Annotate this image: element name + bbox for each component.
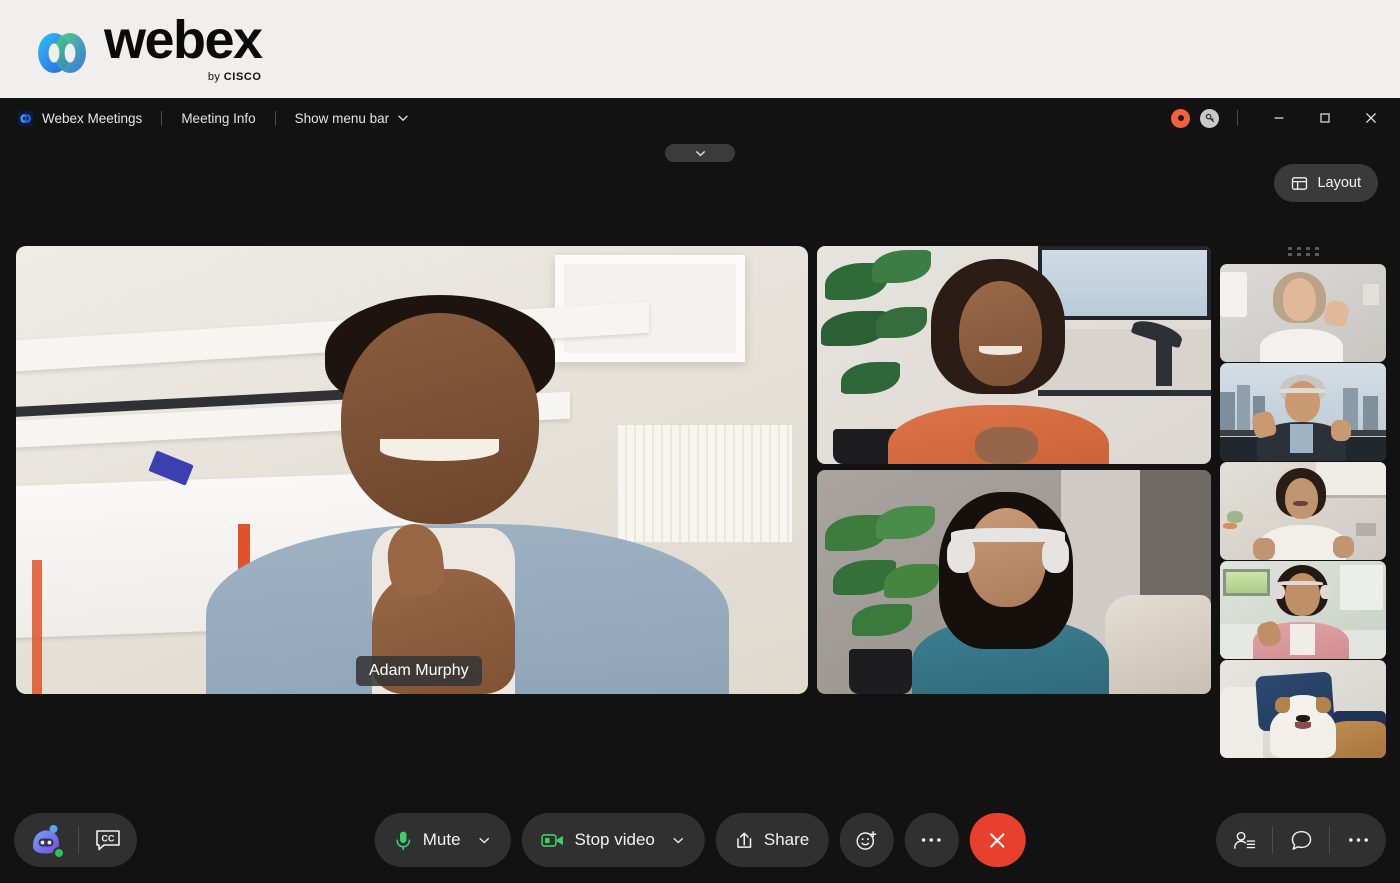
chevron-down-icon: [396, 111, 410, 125]
maximize-icon[interactable]: [1302, 98, 1348, 138]
svg-text:CC: CC: [102, 834, 115, 844]
meeting-stage: Layout Adam Murphy CC Mute Stop video Sh…: [0, 138, 1400, 883]
brand-wordmark: webex: [104, 10, 263, 71]
minimize-icon[interactable]: [1256, 98, 1302, 138]
brand-byline-cisco: CISCO: [223, 70, 262, 83]
mute-button[interactable]: Mute: [374, 813, 511, 867]
key-icon[interactable]: [1200, 108, 1219, 128]
filmstrip-tile-2[interactable]: [1220, 363, 1386, 461]
stop-video-button[interactable]: Stop video: [521, 813, 705, 867]
active-speaker-name-badge: Adam Murphy: [356, 656, 482, 686]
titlebar-divider-1: [161, 110, 163, 126]
controls-left-group: CC: [14, 813, 137, 867]
share-upload-icon: [735, 831, 754, 850]
ellipsis-icon: [920, 836, 943, 844]
ai-assistant-button[interactable]: [14, 813, 78, 867]
participants-icon: [1233, 830, 1256, 851]
assistant-status-dot: [53, 847, 65, 859]
layout-button-label: Layout: [1317, 175, 1361, 191]
title-bar: Webex Meetings Meeting Info Show menu ba…: [0, 98, 1400, 138]
mute-options-chevron-down-icon[interactable]: [477, 833, 492, 848]
close-icon: [986, 829, 1009, 852]
end-meeting-button[interactable]: [969, 813, 1026, 867]
layout-grid-icon: [1291, 175, 1308, 192]
layout-button[interactable]: Layout: [1274, 164, 1378, 202]
microphone-icon: [394, 830, 413, 851]
share-button[interactable]: Share: [715, 813, 829, 867]
filmstrip-tile-1[interactable]: [1220, 264, 1386, 362]
reactions-button[interactable]: [839, 813, 894, 867]
brand-byline: by CISCO: [208, 71, 262, 83]
drag-handle-icon[interactable]: [1220, 242, 1386, 260]
more-options-button[interactable]: [904, 813, 959, 867]
participant-filmstrip: [1220, 242, 1386, 759]
meeting-info-button[interactable]: Meeting Info: [181, 111, 255, 126]
closed-captions-icon: CC: [95, 828, 121, 852]
window-controls-group: [1171, 98, 1400, 138]
webex-logo-lockup: webex by CISCO: [34, 10, 263, 83]
brand-byline-prefix: by: [207, 70, 224, 83]
brand-header: webex by CISCO: [0, 0, 1400, 98]
app-identity: Webex Meetings: [18, 110, 143, 126]
recording-indicator-icon[interactable]: [1171, 108, 1190, 128]
share-button-label: Share: [763, 830, 810, 849]
smiley-plus-icon: [855, 829, 878, 852]
titlebar-divider-3: [1237, 110, 1238, 126]
participant-tile-2[interactable]: [817, 246, 1211, 464]
controls-right-group: [1216, 813, 1386, 867]
chat-bubble-icon: [1290, 829, 1313, 852]
participant-tile-3[interactable]: [817, 470, 1211, 694]
participants-button[interactable]: [1216, 813, 1272, 867]
app-name-label: Webex Meetings: [42, 110, 143, 126]
filmstrip-tile-5[interactable]: [1220, 660, 1386, 758]
webex-app-window: Webex Meetings Meeting Info Show menu ba…: [0, 98, 1400, 883]
meeting-info-label: Meeting Info: [181, 110, 256, 126]
filmstrip-tile-3[interactable]: [1220, 462, 1386, 560]
camera-icon: [541, 832, 565, 849]
stop-video-button-label: Stop video: [574, 830, 655, 849]
meeting-controls-bar: CC Mute Stop video Share: [0, 797, 1400, 883]
close-icon[interactable]: [1348, 98, 1394, 138]
chat-button[interactable]: [1273, 813, 1329, 867]
mute-button-label: Mute: [422, 830, 461, 849]
closed-captions-button[interactable]: CC: [79, 813, 137, 867]
main-video-tile[interactable]: Adam Murphy: [16, 246, 808, 694]
video-options-chevron-down-icon[interactable]: [671, 833, 686, 848]
titlebar-divider-2: [274, 110, 276, 126]
chevron-down-icon: [693, 146, 708, 161]
collapse-header-button[interactable]: [665, 144, 735, 162]
show-menu-bar-button[interactable]: Show menu bar: [295, 111, 411, 126]
webex-logo-icon: [34, 27, 90, 79]
filmstrip-tile-4[interactable]: [1220, 561, 1386, 659]
ai-assistant-icon: [28, 822, 65, 859]
show-menu-bar-label: Show menu bar: [294, 110, 390, 126]
ellipsis-icon: [1347, 836, 1370, 844]
controls-center-group: Mute Stop video Share: [374, 813, 1026, 867]
webex-app-icon: [18, 110, 33, 126]
more-button[interactable]: [1330, 813, 1386, 867]
